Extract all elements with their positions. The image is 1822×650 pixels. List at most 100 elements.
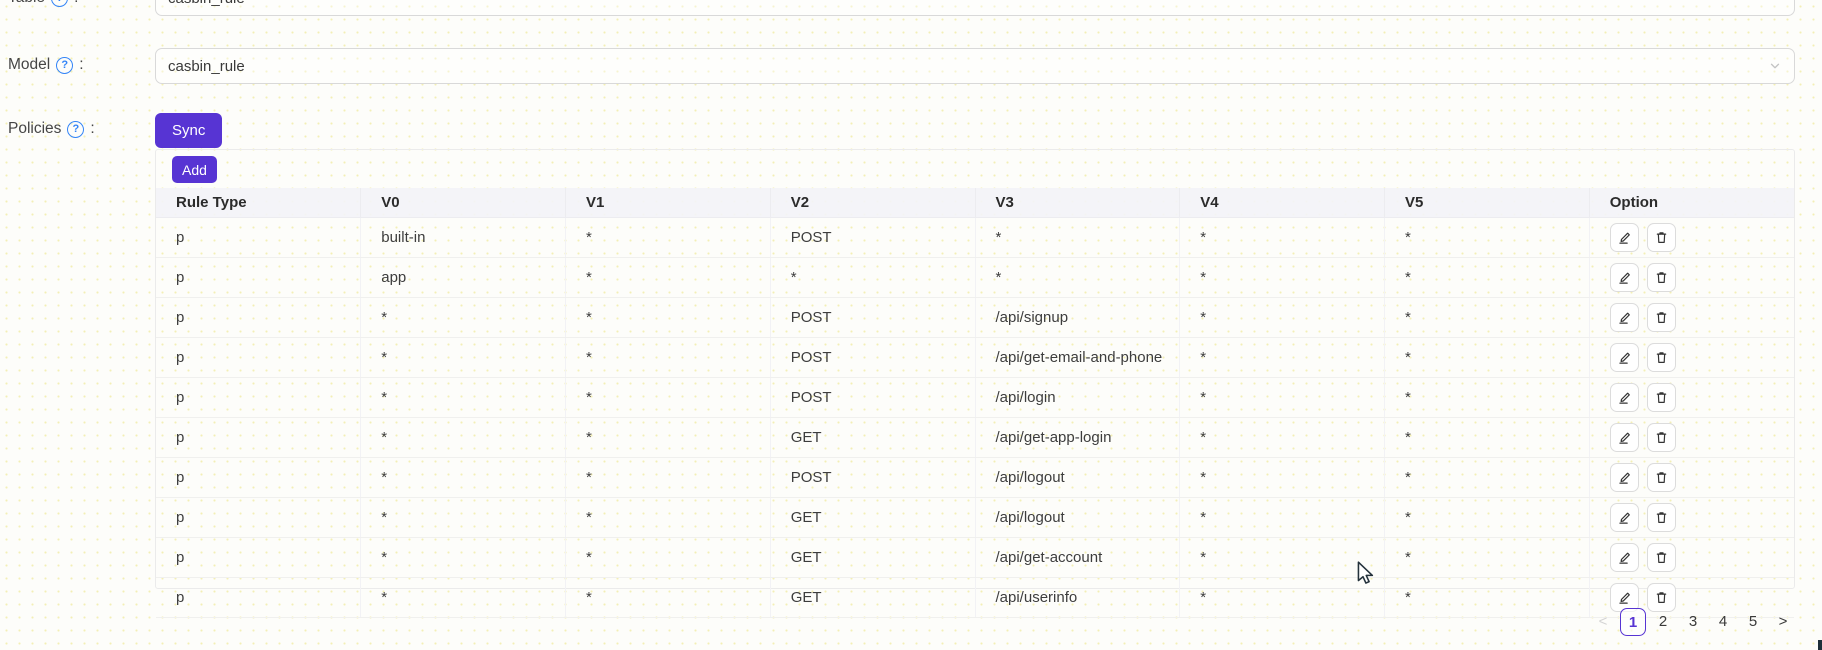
cell-v5: *: [1385, 457, 1590, 497]
table-row: papp*****: [156, 257, 1794, 297]
model-select[interactable]: casbin_rule: [155, 48, 1795, 84]
edit-button[interactable]: [1610, 503, 1639, 532]
edit-pencil-icon: [1617, 310, 1632, 325]
page-4-button[interactable]: 4: [1710, 608, 1736, 636]
sync-button[interactable]: Sync: [155, 113, 222, 148]
edit-button[interactable]: [1610, 423, 1639, 452]
cell-v1: *: [566, 457, 771, 497]
cell-rule-type: p: [156, 257, 361, 297]
edit-button[interactable]: [1610, 463, 1639, 492]
table-row: p**GET/api/get-app-login**: [156, 417, 1794, 457]
add-button[interactable]: Add: [172, 156, 217, 183]
prev-page-button[interactable]: <: [1590, 608, 1616, 636]
cell-rule-type: p: [156, 217, 361, 257]
table-row: p**POST/api/logout**: [156, 457, 1794, 497]
cell-v3: *: [975, 257, 1180, 297]
trash-icon: [1654, 310, 1669, 325]
cell-rule-type: p: [156, 337, 361, 377]
cell-v4: *: [1180, 297, 1385, 337]
edit-pencil-icon: [1617, 350, 1632, 365]
column-header-v1: V1: [566, 188, 771, 217]
cell-rule-type: p: [156, 457, 361, 497]
delete-button[interactable]: [1647, 463, 1676, 492]
cell-v4: *: [1180, 257, 1385, 297]
page-3-button[interactable]: 3: [1680, 608, 1706, 636]
delete-button[interactable]: [1647, 303, 1676, 332]
label-colon: :: [79, 56, 83, 74]
cell-v0: app: [361, 257, 566, 297]
label-colon: :: [74, 0, 78, 7]
table-row: pbuilt-in*POST***: [156, 217, 1794, 257]
page-5-button[interactable]: 5: [1740, 608, 1766, 636]
help-icon[interactable]: ?: [56, 57, 73, 74]
cell-v1: *: [566, 377, 771, 417]
help-icon[interactable]: ?: [51, 0, 68, 7]
cell-v5: *: [1385, 297, 1590, 337]
cell-rule-type: p: [156, 497, 361, 537]
trash-icon: [1654, 590, 1669, 605]
delete-button[interactable]: [1647, 543, 1676, 572]
edit-button[interactable]: [1610, 383, 1639, 412]
policies-label-text: Policies: [8, 120, 61, 138]
column-header-v5: V5: [1385, 188, 1590, 217]
delete-button[interactable]: [1647, 503, 1676, 532]
cell-v2: GET: [770, 417, 975, 457]
cell-v0: *: [361, 337, 566, 377]
cell-v1: *: [566, 217, 771, 257]
cell-v5: *: [1385, 257, 1590, 297]
delete-button[interactable]: [1647, 263, 1676, 292]
policies-panel: Add Rule TypeV0V1V2V3V4V5Option pbuilt-i…: [155, 149, 1795, 589]
cell-v3: /api/userinfo: [975, 577, 1180, 617]
cell-v5: *: [1385, 417, 1590, 457]
cell-v2: POST: [770, 297, 975, 337]
table-field-label: Table ? :: [8, 0, 78, 7]
edit-button[interactable]: [1610, 223, 1639, 252]
delete-button[interactable]: [1647, 383, 1676, 412]
delete-button[interactable]: [1647, 223, 1676, 252]
trash-icon: [1654, 270, 1669, 285]
edit-button[interactable]: [1610, 343, 1639, 372]
cell-v3: /api/get-app-login: [975, 417, 1180, 457]
cell-v5: *: [1385, 377, 1590, 417]
edit-pencil-icon: [1617, 590, 1632, 605]
next-page-button[interactable]: >: [1770, 608, 1796, 636]
edit-button[interactable]: [1610, 263, 1639, 292]
cell-v0: *: [361, 377, 566, 417]
cell-v3: /api/signup: [975, 297, 1180, 337]
policies-field-label: Policies ? :: [8, 120, 95, 138]
page-1-button[interactable]: 1: [1620, 608, 1646, 636]
column-header-v0: V0: [361, 188, 566, 217]
column-header-v2: V2: [770, 188, 975, 217]
cell-v4: *: [1180, 377, 1385, 417]
model-label-text: Model: [8, 56, 50, 74]
page-2-button[interactable]: 2: [1650, 608, 1676, 636]
delete-button[interactable]: [1647, 423, 1676, 452]
cell-v2: GET: [770, 497, 975, 537]
column-header-rule-type: Rule Type: [156, 188, 361, 217]
trash-icon: [1654, 470, 1669, 485]
label-colon: :: [90, 120, 94, 138]
edit-button[interactable]: [1610, 543, 1639, 572]
cell-v3: /api/get-email-and-phone: [975, 337, 1180, 377]
edit-pencil-icon: [1617, 230, 1632, 245]
cell-v2: POST: [770, 217, 975, 257]
table-row: p**POST/api/signup**: [156, 297, 1794, 337]
cell-v3: /api/logout: [975, 457, 1180, 497]
table-input[interactable]: [155, 0, 1795, 16]
help-icon[interactable]: ?: [67, 121, 84, 138]
delete-button[interactable]: [1647, 343, 1676, 372]
cell-v5: *: [1385, 577, 1590, 617]
cell-v5: *: [1385, 497, 1590, 537]
edit-pencil-icon: [1617, 430, 1632, 445]
policies-table: Rule TypeV0V1V2V3V4V5Option pbuilt-in*PO…: [156, 188, 1794, 618]
cell-v1: *: [566, 417, 771, 457]
model-select-value: casbin_rule: [168, 58, 245, 75]
cell-v1: *: [566, 297, 771, 337]
cell-option: [1589, 417, 1794, 457]
trash-icon: [1654, 230, 1669, 245]
cell-rule-type: p: [156, 377, 361, 417]
edit-button[interactable]: [1610, 303, 1639, 332]
pagination: < 12345 >: [1590, 608, 1796, 636]
edit-pencil-icon: [1617, 550, 1632, 565]
edit-pencil-icon: [1617, 270, 1632, 285]
